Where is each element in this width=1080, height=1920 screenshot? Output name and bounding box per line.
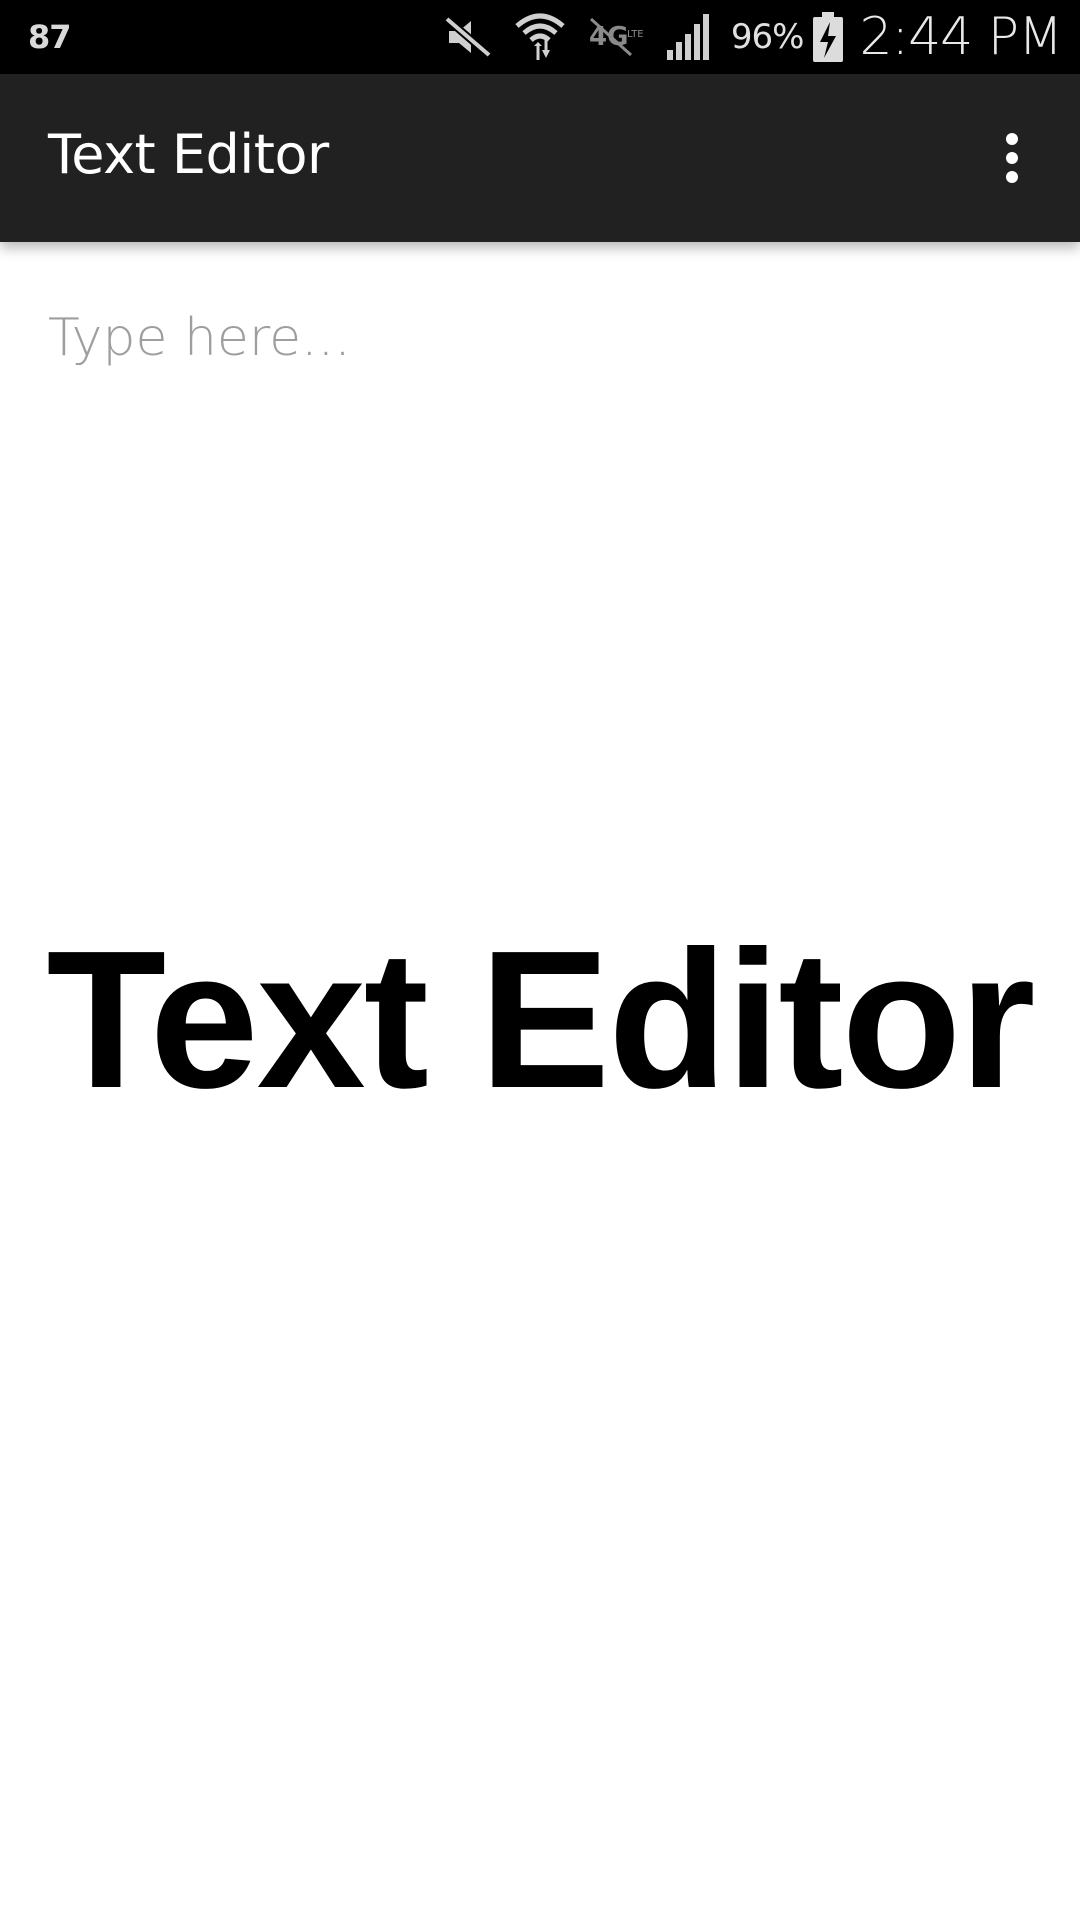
status-icons: 4G LTE 96% 2:44 PM xyxy=(423,0,1063,74)
status-clock: 2:44 PM xyxy=(859,7,1063,67)
screen: 87 4G LTE 96% 2:44 PM Text Editor Type h… xyxy=(0,0,1080,1920)
text-input[interactable] xyxy=(48,298,1032,378)
overflow-menu-button[interactable] xyxy=(974,112,1050,204)
app-bar: Text Editor xyxy=(0,74,1080,242)
splash-title: Text Editor xyxy=(46,910,1035,1129)
wifi-icon xyxy=(513,10,567,64)
no-4g-lte-icon: 4G LTE xyxy=(587,15,645,59)
app-title: Text Editor xyxy=(48,123,329,186)
signal-icon xyxy=(665,12,713,62)
battery-percent: 96% xyxy=(730,17,805,57)
status-notification-count: 87 xyxy=(28,18,72,56)
status-bar: 87 4G LTE 96% 2:44 PM xyxy=(0,0,1080,74)
more-vert-icon xyxy=(1006,133,1018,183)
battery-charging-icon xyxy=(811,10,845,64)
mute-icon xyxy=(443,15,493,59)
editor-area[interactable]: Text Editor xyxy=(0,242,1080,1920)
svg-text:LTE: LTE xyxy=(627,29,644,40)
